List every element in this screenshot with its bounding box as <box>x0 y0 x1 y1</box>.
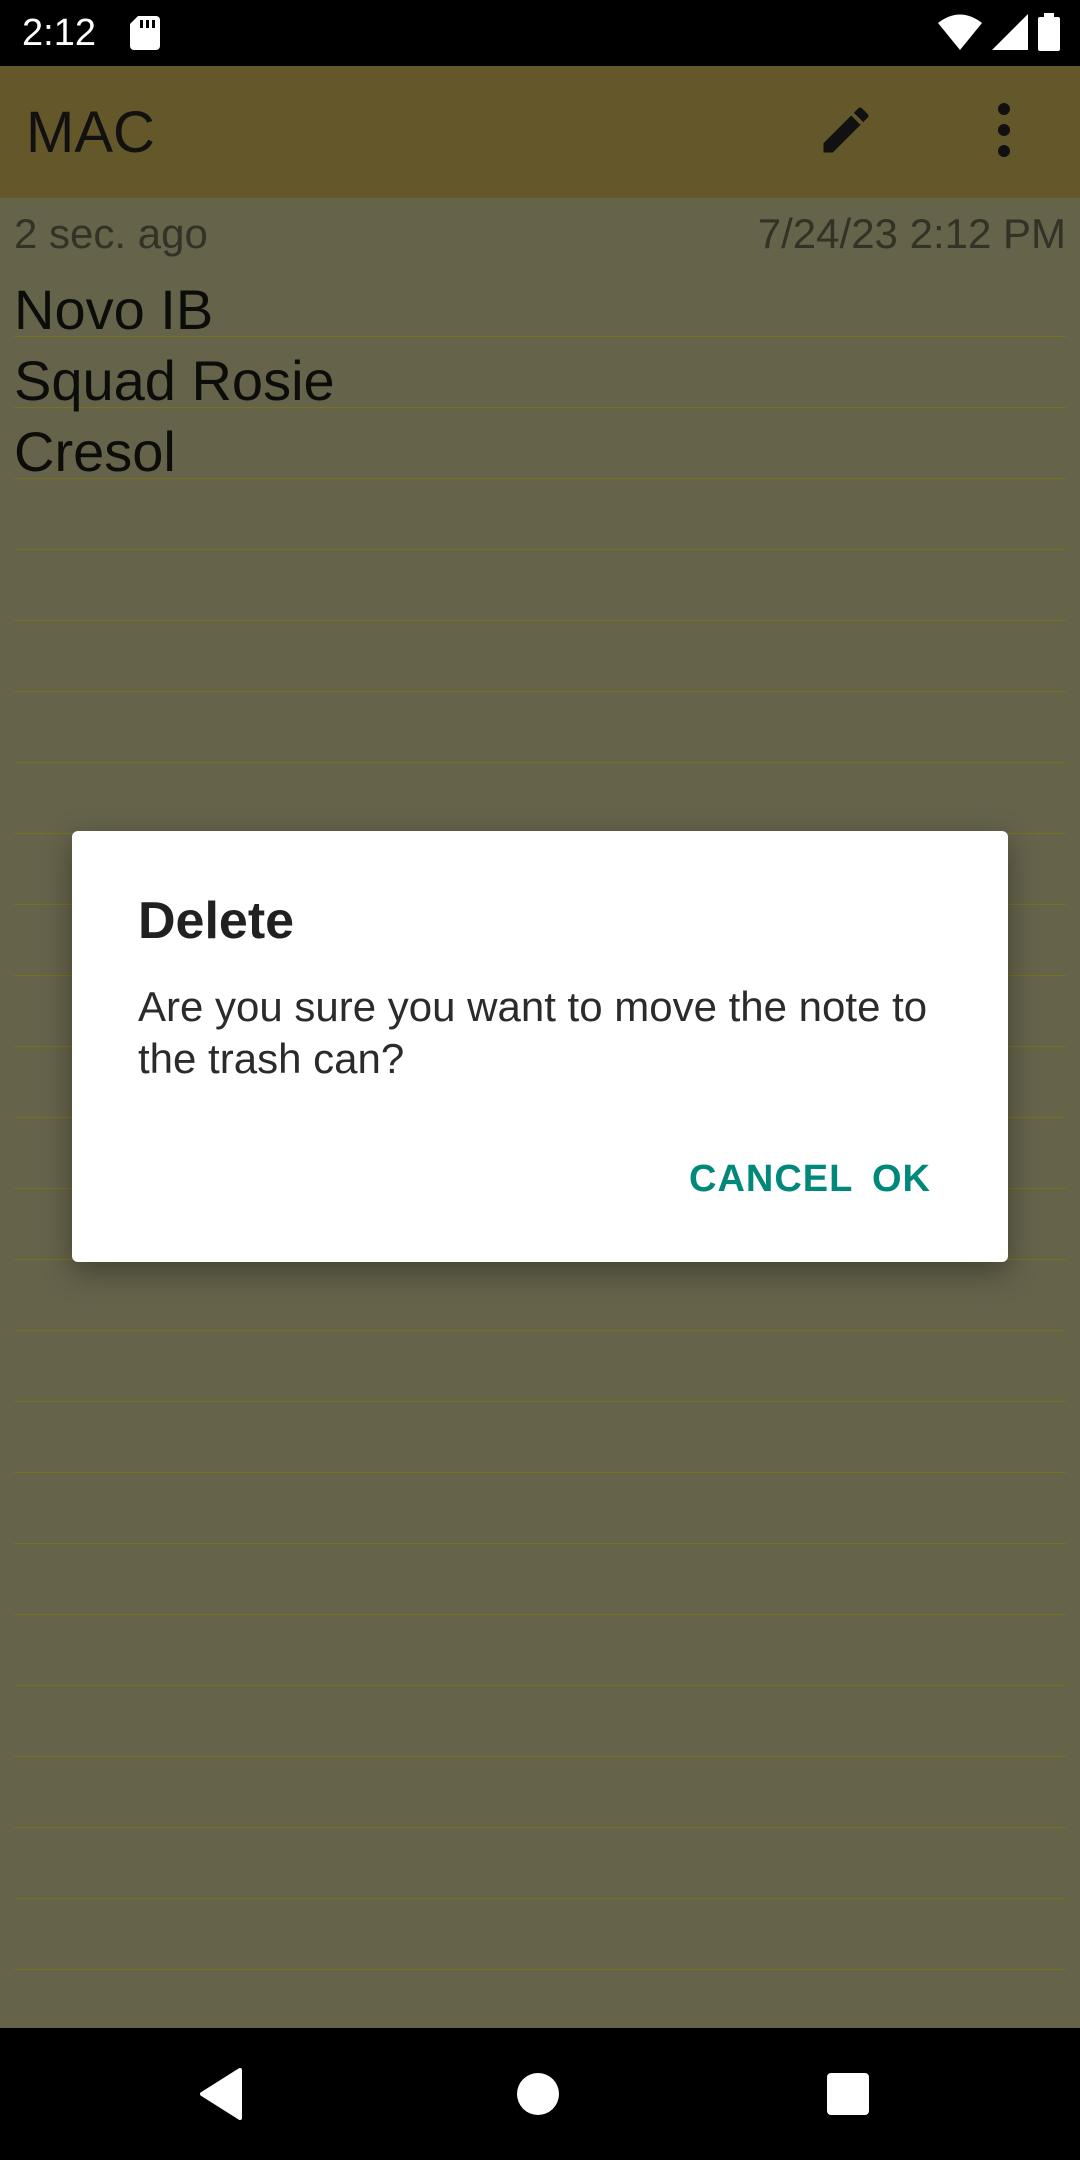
back-icon[interactable] <box>198 2068 246 2125</box>
ok-button[interactable]: OK <box>860 1147 943 1211</box>
cancel-button[interactable]: CANCEL <box>677 1147 865 1211</box>
status-bar: 2:12 <box>0 0 1080 66</box>
wifi-icon <box>938 14 982 55</box>
note-line: Cresol <box>14 420 176 483</box>
delete-dialog: Delete Are you sure you want to move the… <box>72 831 1008 1262</box>
dialog-title: Delete <box>138 892 295 950</box>
home-icon[interactable] <box>516 2072 560 2121</box>
status-time: 2:12 <box>22 12 96 54</box>
more-options-button[interactable] <box>968 96 1040 168</box>
battery-icon <box>1038 12 1060 56</box>
screen: 2:12 MAC 2 sec. ago 7/24/23 2:12 PM Novo… <box>0 0 1080 2160</box>
note-line: Squad Rosie <box>14 349 335 412</box>
note-line: Novo IB <box>14 278 214 341</box>
recents-icon[interactable] <box>826 2072 870 2121</box>
sd-card-icon <box>130 16 160 55</box>
signal-icon <box>992 13 1028 55</box>
edit-button[interactable] <box>810 96 882 168</box>
status-icons <box>938 12 1060 56</box>
dialog-message: Are you sure you want to move the note t… <box>138 983 928 1082</box>
app-bar: MAC <box>0 66 1080 198</box>
note-title[interactable]: MAC <box>26 100 155 166</box>
edit-icon <box>816 100 876 165</box>
more-vert-icon <box>994 102 1014 163</box>
navigation-bar <box>0 2028 1080 2160</box>
